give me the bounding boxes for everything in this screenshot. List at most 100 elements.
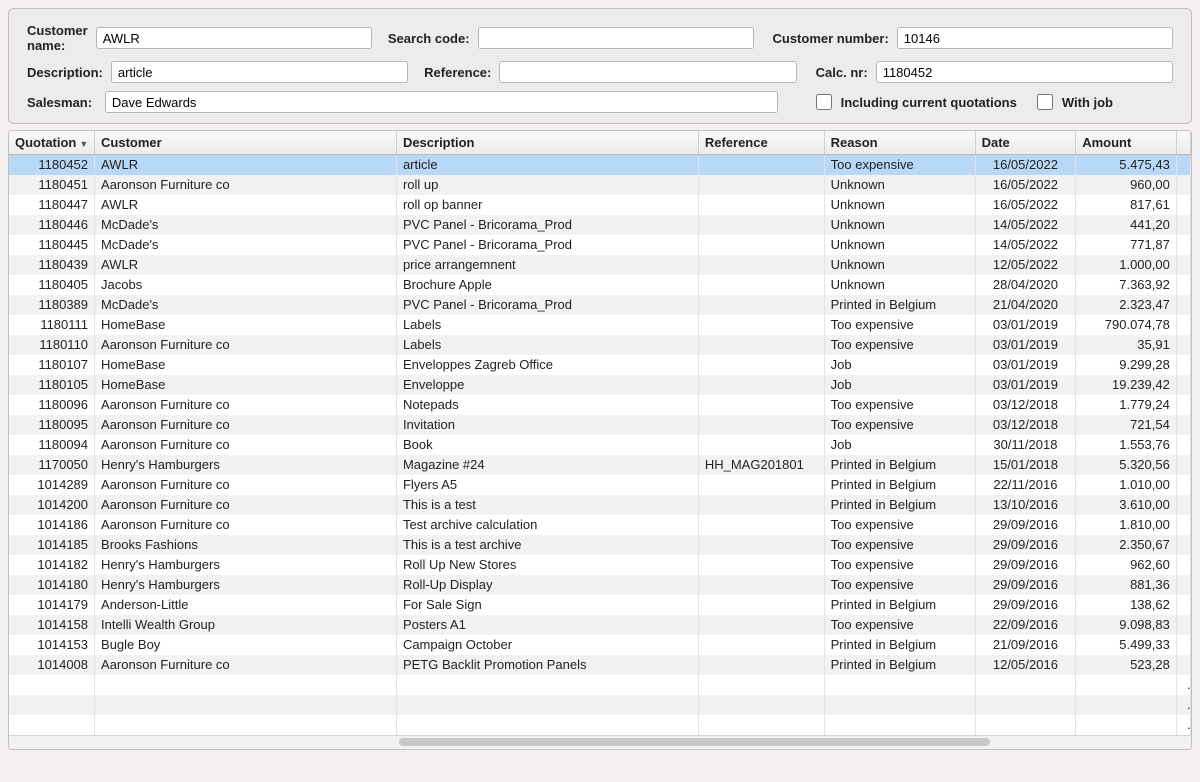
col-date[interactable]: Date [975,131,1076,155]
cell-reason: Unknown [824,255,975,275]
table-row[interactable]: 1180439AWLRprice arrangemnentUnknown12/0… [9,255,1191,275]
cell-reference [698,235,824,255]
table-row[interactable]: 1180110Aaronson Furniture coLabelsToo ex… [9,335,1191,355]
table-row[interactable]: 1014153Bugle BoyCampaign OctoberPrinted … [9,635,1191,655]
cell-quotation: 1014182 [9,555,95,575]
cell-amount: 441,20 [1076,215,1177,235]
col-tail [1176,131,1190,155]
table-row[interactable]: 1180405JacobsBrochure AppleUnknown28/04/… [9,275,1191,295]
cell-reason: Job [824,355,975,375]
cell-description: Roll-Up Display [396,575,698,595]
cell-reference [698,355,824,375]
cell-amount: 5.499,33 [1076,635,1177,655]
cell-customer: Aaronson Furniture co [95,175,397,195]
cell-tail [1176,615,1190,635]
table-row[interactable]: 1180445McDade'sPVC Panel - Bricorama_Pro… [9,235,1191,255]
table-row[interactable]: 1014008Aaronson Furniture coPETG Backlit… [9,655,1191,675]
cell-amount: 1.553,76 [1076,435,1177,455]
search-code-input[interactable] [478,27,754,49]
cell-date: 12/05/2022 [975,255,1076,275]
cell-reference [698,375,824,395]
calc-nr-input[interactable] [876,61,1173,83]
with-job-checkbox[interactable]: With job [1033,91,1113,113]
description-input[interactable] [111,61,408,83]
cell-customer: Aaronson Furniture co [95,415,397,435]
with-job-box[interactable] [1037,94,1053,110]
table-row-empty [9,715,1191,735]
salesman-input[interactable] [105,91,778,113]
table-row[interactable]: 1014289Aaronson Furniture coFlyers A5Pri… [9,475,1191,495]
scrollbar-thumb[interactable] [399,738,990,746]
description-label: Description: [27,65,103,80]
cell-amount: 5.320,56 [1076,455,1177,475]
cell-tail [1176,455,1190,475]
cell-reason: Too expensive [824,515,975,535]
cell-description: Posters A1 [396,615,698,635]
table-row[interactable]: 1180452AWLRarticleToo expensive16/05/202… [9,155,1191,175]
cell-amount: 3.610,00 [1076,495,1177,515]
cell-quotation: 1014186 [9,515,95,535]
cell-reason: Unknown [824,275,975,295]
table-row[interactable]: 1180111HomeBaseLabelsToo expensive03/01/… [9,315,1191,335]
table-row[interactable]: 1180447AWLRroll op bannerUnknown16/05/20… [9,195,1191,215]
table-row[interactable]: 1014186Aaronson Furniture coTest archive… [9,515,1191,535]
cell-date: 22/09/2016 [975,615,1076,635]
cell-quotation: 1180094 [9,435,95,455]
table-row[interactable]: 1014185Brooks FashionsThis is a test arc… [9,535,1191,555]
cell-tail [1176,635,1190,655]
cell-customer: Henry's Hamburgers [95,555,397,575]
cell-reference [698,315,824,335]
customer-number-input[interactable] [897,27,1173,49]
table-row[interactable]: 1180107HomeBaseEnveloppes Zagreb OfficeJ… [9,355,1191,375]
cell-reason: Printed in Belgium [824,475,975,495]
cell-date: 29/09/2016 [975,515,1076,535]
table-row[interactable]: 1180105HomeBaseEnveloppeJob03/01/201919.… [9,375,1191,395]
reference-input[interactable] [499,61,796,83]
cell-amount: 523,28 [1076,655,1177,675]
cell-reference [698,175,824,195]
table-row[interactable]: 1180095Aaronson Furniture coInvitationTo… [9,415,1191,435]
table-row[interactable]: 1014182Henry's HamburgersRoll Up New Sto… [9,555,1191,575]
cell-reference [698,575,824,595]
cell-reference [698,215,824,235]
col-reference[interactable]: Reference [698,131,824,155]
customer-name-input[interactable] [96,27,372,49]
col-amount[interactable]: Amount [1076,131,1177,155]
cell-customer: Aaronson Furniture co [95,335,397,355]
table-row[interactable]: 1014179Anderson-LittleFor Sale SignPrint… [9,595,1191,615]
cell-quotation: 1180445 [9,235,95,255]
table-row[interactable]: 1014180Henry's HamburgersRoll-Up Display… [9,575,1191,595]
cell-tail [1176,655,1190,675]
cell-reason: Too expensive [824,555,975,575]
table-row[interactable]: 1170050Henry's HamburgersMagazine #24HH_… [9,455,1191,475]
col-reason[interactable]: Reason [824,131,975,155]
table-row[interactable]: 1014200Aaronson Furniture coThis is a te… [9,495,1191,515]
cell-description: For Sale Sign [396,595,698,615]
table-row[interactable]: 1180451Aaronson Furniture coroll upUnkno… [9,175,1191,195]
table-row[interactable]: 1180389McDade'sPVC Panel - Bricorama_Pro… [9,295,1191,315]
cell-date: 03/01/2019 [975,315,1076,335]
cell-description: Magazine #24 [396,455,698,475]
including-current-checkbox[interactable]: Including current quotations [812,91,1017,113]
quotations-grid: Quotation▼ Customer Description Referenc… [8,130,1192,750]
calc-nr-label: Calc. nr: [816,65,868,80]
table-row[interactable]: 1180446McDade'sPVC Panel - Bricorama_Pro… [9,215,1191,235]
cell-date: 14/05/2022 [975,235,1076,255]
cell-reason: Unknown [824,195,975,215]
cell-amount: 138,62 [1076,595,1177,615]
grid-scroll[interactable]: Quotation▼ Customer Description Referenc… [9,131,1191,735]
table-row[interactable]: 1180096Aaronson Furniture coNotepadsToo … [9,395,1191,415]
col-quotation[interactable]: Quotation▼ [9,131,95,155]
table-row[interactable]: 1180094Aaronson Furniture coBookJob30/11… [9,435,1191,455]
cell-tail [1176,215,1190,235]
horizontal-scrollbar[interactable] [9,735,1191,749]
cell-date: 03/12/2018 [975,415,1076,435]
col-description[interactable]: Description [396,131,698,155]
col-customer[interactable]: Customer [95,131,397,155]
cell-description: Labels [396,315,698,335]
cell-quotation: 1180447 [9,195,95,215]
including-current-box[interactable] [816,94,832,110]
cell-amount: 1.010,00 [1076,475,1177,495]
table-row[interactable]: 1014158Intelli Wealth GroupPosters A1Too… [9,615,1191,635]
cell-reason: Too expensive [824,415,975,435]
